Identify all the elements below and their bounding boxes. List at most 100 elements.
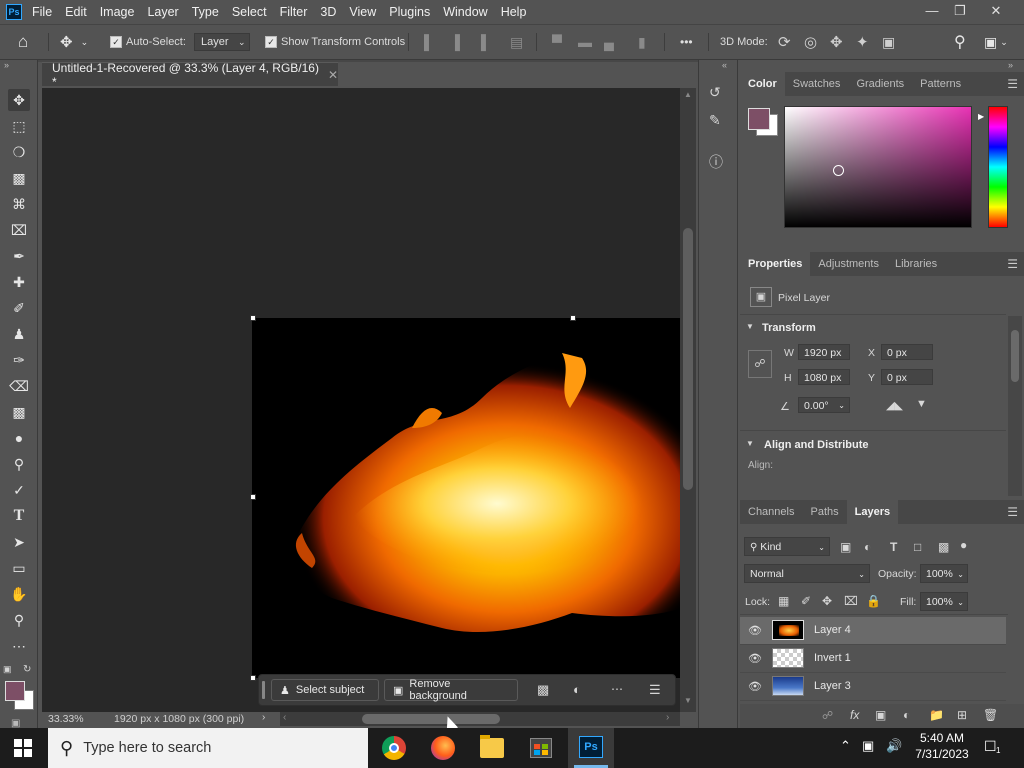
3d-slide-icon[interactable]: ✦ (856, 25, 869, 59)
menu-plugins[interactable]: Plugins (389, 5, 430, 19)
volume-icon[interactable]: 🔊 (886, 738, 902, 754)
info-icon[interactable]: ⓘ (709, 152, 723, 172)
lock-position-icon[interactable]: ✥ (822, 594, 832, 608)
clone-stamp-tool-icon[interactable]: ♟ (8, 323, 30, 345)
rectangle-tool-icon[interactable]: ▭ (8, 557, 30, 579)
taskbar-clock[interactable]: 5:40 AM 7/31/2023 (912, 731, 972, 761)
chevron-right-icon[interactable]: › (262, 712, 265, 723)
align-top-icon[interactable]: ▀ (552, 25, 562, 59)
layer-row[interactable]: 👁 Layer 3 (740, 673, 1006, 701)
chrome-icon[interactable] (382, 736, 406, 760)
fill-field[interactable]: 100% ⌄ (920, 592, 968, 611)
tab-color[interactable]: Color (740, 72, 785, 96)
hue-slider-marker-icon[interactable]: ▶ (978, 112, 984, 121)
taskbar-photoshop-active[interactable]: Ps (568, 728, 614, 768)
tab-layers[interactable]: Layers (846, 500, 899, 524)
layer-row[interactable]: 👁 Layer 4 (740, 617, 1006, 645)
edit-toolbar-icon[interactable]: ⋯ (8, 635, 30, 657)
microsoft-store-icon[interactable] (530, 738, 552, 758)
tab-paths[interactable]: Paths (802, 500, 846, 524)
tab-patterns[interactable]: Patterns (912, 72, 969, 96)
restore-icon[interactable]: ❐ (950, 2, 970, 20)
link-layers-icon[interactable]: ☍ (822, 709, 833, 722)
settings-sliders-icon[interactable]: ☰ (649, 682, 661, 698)
auto-select-dropdown[interactable]: Layer ⌄ (194, 25, 250, 59)
default-colors-icon[interactable]: ▣ (3, 664, 12, 675)
tab-libraries[interactable]: Libraries (887, 252, 945, 276)
zoom-tool-icon[interactable]: ⚲ (8, 609, 30, 631)
comments-icon[interactable]: ✎ (709, 112, 721, 129)
flip-horizontal-icon[interactable]: ◢◣ (886, 399, 903, 412)
path-selection-tool-icon[interactable]: ➤ (8, 531, 30, 553)
color-field[interactable] (784, 106, 972, 228)
new-group-icon[interactable]: 📁 (929, 708, 944, 722)
remove-background-button[interactable]: ▣ Remove background (384, 678, 518, 702)
workspace-icon[interactable]: ▣ ⌄ (984, 25, 1008, 59)
flip-vertical-icon[interactable]: ▼ (916, 398, 927, 410)
firefox-icon[interactable] (431, 736, 455, 760)
object-selection-tool-icon[interactable]: ▩ (8, 167, 30, 189)
tab-gradients[interactable]: Gradients (848, 72, 912, 96)
foreground-swatch[interactable] (748, 108, 770, 130)
expand-icon[interactable]: » (1008, 60, 1013, 70)
tab-properties[interactable]: Properties (740, 252, 811, 276)
dodge-tool-icon[interactable]: ⚲ (8, 453, 30, 475)
tab-swatches[interactable]: Swatches (785, 72, 849, 96)
menu-file[interactable]: File (32, 5, 52, 19)
minimize-icon[interactable]: — (922, 2, 942, 20)
eyedropper-tool-icon[interactable]: ✒ (8, 245, 30, 267)
filter-pixel-icon[interactable]: ▣ (840, 540, 851, 554)
lasso-tool-icon[interactable]: ❍ (8, 141, 30, 163)
transform-handle[interactable] (250, 494, 256, 500)
scroll-down-icon[interactable]: ▼ (684, 696, 692, 705)
layer-row[interactable]: 👁 Invert 1 (740, 645, 1006, 673)
menu-type[interactable]: Type (192, 5, 219, 19)
filter-toggle-icon[interactable]: ● (960, 538, 967, 552)
eye-icon[interactable]: 👁 (748, 652, 762, 665)
y-field[interactable]: 0 px (881, 369, 933, 385)
document-canvas[interactable] (252, 318, 680, 678)
width-field[interactable]: 1920 px (798, 344, 850, 360)
distribute-icon[interactable]: ▤ (510, 25, 523, 59)
chevron-down-icon[interactable]: ▼ (746, 439, 754, 448)
type-tool-icon[interactable]: T (8, 505, 30, 527)
3d-pan-icon[interactable]: ✥ (830, 25, 843, 59)
collapse-icon[interactable]: » (4, 60, 9, 70)
collapse-icon[interactable]: « (722, 60, 727, 70)
pen-tool-icon[interactable]: ✓ (8, 479, 30, 501)
scroll-left-icon[interactable]: ‹ (283, 712, 286, 723)
transform-handle[interactable] (250, 675, 256, 681)
brush-tool-icon[interactable]: ✐ (8, 297, 30, 319)
tab-adjustments[interactable]: Adjustments (810, 252, 887, 276)
windows-start-icon[interactable] (14, 739, 32, 757)
menu-window[interactable]: Window (443, 5, 487, 19)
lock-transparent-icon[interactable]: ▦ (778, 594, 789, 608)
chevron-down-icon[interactable]: ▼ (746, 322, 754, 331)
properties-scrollbar[interactable] (1008, 316, 1022, 496)
foreground-color-swatch[interactable] (5, 681, 25, 701)
menu-view[interactable]: View (349, 5, 376, 19)
document-tab[interactable]: Untitled-1-Recovered @ 33.3% (Layer 4, R… (42, 61, 338, 89)
horizontal-scroll-thumb[interactable] (362, 714, 500, 724)
move-tool-preset-icon[interactable]: ✥ ⌄ (60, 25, 88, 59)
filter-shape-icon[interactable]: □ (914, 540, 921, 554)
panel-menu-icon[interactable]: ☰ (1007, 77, 1018, 91)
close-tab-icon[interactable]: ✕ (328, 68, 338, 82)
scroll-right-icon[interactable]: › (666, 712, 669, 723)
filter-adjustment-icon[interactable]: ◐ (864, 540, 871, 554)
filter-type-icon[interactable]: T (890, 540, 897, 554)
x-field[interactable]: 0 px (881, 344, 933, 360)
align-middle-icon[interactable]: ▬ (578, 25, 592, 59)
align-center-icon[interactable]: ▐ (450, 25, 460, 59)
menu-image[interactable]: Image (100, 5, 135, 19)
mask-icon[interactable]: ◐ (573, 682, 581, 697)
delete-layer-icon[interactable]: 🗑 (983, 708, 998, 722)
lock-all-icon[interactable]: 🔒 (866, 594, 881, 608)
drag-handle[interactable] (262, 681, 265, 699)
file-explorer-icon[interactable] (480, 735, 504, 758)
taskbar-search-box[interactable]: ⚲ Type here to search (48, 728, 368, 768)
gradient-tool-icon[interactable]: ▩ (8, 401, 30, 423)
history-brush-tool-icon[interactable]: ✑ (8, 349, 30, 371)
angle-field[interactable]: 0.00° ⌄ (798, 397, 850, 413)
frame-tool-icon[interactable]: ⌧ (8, 219, 30, 241)
